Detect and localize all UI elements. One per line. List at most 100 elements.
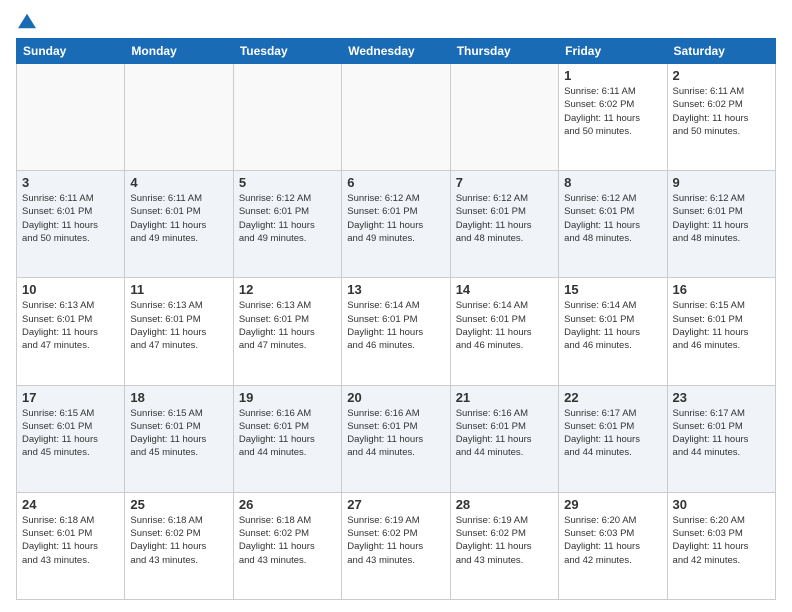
day-number: 21	[456, 390, 553, 405]
day-info: Sunrise: 6:18 AM Sunset: 6:02 PM Dayligh…	[239, 514, 336, 567]
day-number: 27	[347, 497, 444, 512]
day-info: Sunrise: 6:19 AM Sunset: 6:02 PM Dayligh…	[456, 514, 553, 567]
day-number: 30	[673, 497, 770, 512]
calendar-cell: 27 Sunrise: 6:19 AM Sunset: 6:02 PM Dayli…	[342, 492, 450, 599]
day-number: 9	[673, 175, 770, 190]
calendar-table: SundayMondayTuesdayWednesdayThursdayFrid…	[16, 38, 776, 600]
calendar-cell: 11 Sunrise: 6:13 AM Sunset: 6:01 PM Dayli…	[125, 278, 233, 385]
calendar-week-row: 17Sunrise: 6:15 AM Sunset: 6:01 PM Dayli…	[17, 385, 776, 492]
calendar-cell	[17, 64, 125, 171]
day-number: 19	[239, 390, 336, 405]
day-number: 10	[22, 282, 119, 297]
calendar-cell: 17Sunrise: 6:15 AM Sunset: 6:01 PM Dayli…	[17, 385, 125, 492]
calendar-cell: 21 Sunrise: 6:16 AM Sunset: 6:01 PM Dayli…	[450, 385, 558, 492]
day-info: Sunrise: 6:20 AM Sunset: 6:03 PM Dayligh…	[673, 514, 770, 567]
calendar-cell: 26Sunrise: 6:18 AM Sunset: 6:02 PM Dayli…	[233, 492, 341, 599]
day-info: Sunrise: 6:12 AM Sunset: 6:01 PM Dayligh…	[239, 192, 336, 245]
day-number: 18	[130, 390, 227, 405]
calendar-cell: 15 Sunrise: 6:14 AM Sunset: 6:01 PM Dayli…	[559, 278, 667, 385]
calendar-cell: 3 Sunrise: 6:11 AM Sunset: 6:01 PM Daylig…	[17, 171, 125, 278]
calendar-cell: 14 Sunrise: 6:14 AM Sunset: 6:01 PM Dayli…	[450, 278, 558, 385]
weekday-header-thursday: Thursday	[450, 39, 558, 64]
calendar-cell: 9 Sunrise: 6:12 AM Sunset: 6:01 PM Daylig…	[667, 171, 775, 278]
day-info: Sunrise: 6:20 AM Sunset: 6:03 PM Dayligh…	[564, 514, 661, 567]
calendar-cell: 13 Sunrise: 6:14 AM Sunset: 6:01 PM Dayli…	[342, 278, 450, 385]
day-number: 23	[673, 390, 770, 405]
calendar-week-row: 10 Sunrise: 6:13 AM Sunset: 6:01 PM Dayli…	[17, 278, 776, 385]
day-number: 5	[239, 175, 336, 190]
calendar-cell: 22Sunrise: 6:17 AM Sunset: 6:01 PM Dayli…	[559, 385, 667, 492]
logo-icon	[18, 12, 36, 30]
weekday-header-sunday: Sunday	[17, 39, 125, 64]
calendar-cell	[342, 64, 450, 171]
day-number: 14	[456, 282, 553, 297]
day-info: Sunrise: 6:14 AM Sunset: 6:01 PM Dayligh…	[564, 299, 661, 352]
day-number: 16	[673, 282, 770, 297]
calendar-cell: 6 Sunrise: 6:12 AM Sunset: 6:01 PM Daylig…	[342, 171, 450, 278]
day-number: 29	[564, 497, 661, 512]
day-info: Sunrise: 6:18 AM Sunset: 6:02 PM Dayligh…	[130, 514, 227, 567]
day-number: 3	[22, 175, 119, 190]
calendar-cell	[450, 64, 558, 171]
calendar-cell: 30 Sunrise: 6:20 AM Sunset: 6:03 PM Dayli…	[667, 492, 775, 599]
calendar-cell: 7 Sunrise: 6:12 AM Sunset: 6:01 PM Daylig…	[450, 171, 558, 278]
page: SundayMondayTuesdayWednesdayThursdayFrid…	[0, 0, 792, 612]
weekday-header-wednesday: Wednesday	[342, 39, 450, 64]
weekday-header-tuesday: Tuesday	[233, 39, 341, 64]
calendar-cell: 1Sunrise: 6:11 AM Sunset: 6:02 PM Daylig…	[559, 64, 667, 171]
day-number: 2	[673, 68, 770, 83]
weekday-header-saturday: Saturday	[667, 39, 775, 64]
logo	[16, 12, 36, 30]
weekday-header-monday: Monday	[125, 39, 233, 64]
calendar-cell: 20 Sunrise: 6:16 AM Sunset: 6:01 PM Dayli…	[342, 385, 450, 492]
calendar-cell: 2Sunrise: 6:11 AM Sunset: 6:02 PM Daylig…	[667, 64, 775, 171]
day-info: Sunrise: 6:11 AM Sunset: 6:01 PM Dayligh…	[22, 192, 119, 245]
day-info: Sunrise: 6:13 AM Sunset: 6:01 PM Dayligh…	[239, 299, 336, 352]
day-info: Sunrise: 6:12 AM Sunset: 6:01 PM Dayligh…	[673, 192, 770, 245]
day-number: 7	[456, 175, 553, 190]
day-number: 12	[239, 282, 336, 297]
day-info: Sunrise: 6:11 AM Sunset: 6:01 PM Dayligh…	[130, 192, 227, 245]
day-info: Sunrise: 6:14 AM Sunset: 6:01 PM Dayligh…	[347, 299, 444, 352]
calendar-cell: 24 Sunrise: 6:18 AM Sunset: 6:01 PM Dayli…	[17, 492, 125, 599]
day-info: Sunrise: 6:19 AM Sunset: 6:02 PM Dayligh…	[347, 514, 444, 567]
day-info: Sunrise: 6:15 AM Sunset: 6:01 PM Dayligh…	[130, 407, 227, 460]
calendar-cell: 10 Sunrise: 6:13 AM Sunset: 6:01 PM Dayli…	[17, 278, 125, 385]
day-number: 20	[347, 390, 444, 405]
day-info: Sunrise: 6:16 AM Sunset: 6:01 PM Dayligh…	[347, 407, 444, 460]
day-number: 6	[347, 175, 444, 190]
day-number: 15	[564, 282, 661, 297]
calendar-cell: 28 Sunrise: 6:19 AM Sunset: 6:02 PM Dayli…	[450, 492, 558, 599]
header	[16, 12, 776, 30]
day-info: Sunrise: 6:16 AM Sunset: 6:01 PM Dayligh…	[456, 407, 553, 460]
day-info: Sunrise: 6:16 AM Sunset: 6:01 PM Dayligh…	[239, 407, 336, 460]
calendar-week-row: 1Sunrise: 6:11 AM Sunset: 6:02 PM Daylig…	[17, 64, 776, 171]
calendar-cell: 12 Sunrise: 6:13 AM Sunset: 6:01 PM Dayli…	[233, 278, 341, 385]
calendar-week-row: 24 Sunrise: 6:18 AM Sunset: 6:01 PM Dayli…	[17, 492, 776, 599]
calendar-cell	[233, 64, 341, 171]
day-info: Sunrise: 6:13 AM Sunset: 6:01 PM Dayligh…	[22, 299, 119, 352]
day-number: 11	[130, 282, 227, 297]
calendar-cell: 5 Sunrise: 6:12 AM Sunset: 6:01 PM Daylig…	[233, 171, 341, 278]
day-info: Sunrise: 6:18 AM Sunset: 6:01 PM Dayligh…	[22, 514, 119, 567]
day-info: Sunrise: 6:15 AM Sunset: 6:01 PM Dayligh…	[673, 299, 770, 352]
day-info: Sunrise: 6:12 AM Sunset: 6:01 PM Dayligh…	[347, 192, 444, 245]
day-info: Sunrise: 6:11 AM Sunset: 6:02 PM Dayligh…	[564, 85, 661, 138]
calendar-cell: 8Sunrise: 6:12 AM Sunset: 6:01 PM Daylig…	[559, 171, 667, 278]
day-number: 25	[130, 497, 227, 512]
calendar-cell: 4Sunrise: 6:11 AM Sunset: 6:01 PM Daylig…	[125, 171, 233, 278]
day-number: 28	[456, 497, 553, 512]
day-info: Sunrise: 6:12 AM Sunset: 6:01 PM Dayligh…	[456, 192, 553, 245]
day-info: Sunrise: 6:13 AM Sunset: 6:01 PM Dayligh…	[130, 299, 227, 352]
day-info: Sunrise: 6:14 AM Sunset: 6:01 PM Dayligh…	[456, 299, 553, 352]
day-number: 24	[22, 497, 119, 512]
day-number: 13	[347, 282, 444, 297]
calendar-cell: 25 Sunrise: 6:18 AM Sunset: 6:02 PM Dayli…	[125, 492, 233, 599]
calendar-cell: 23 Sunrise: 6:17 AM Sunset: 6:01 PM Dayli…	[667, 385, 775, 492]
calendar-week-row: 3 Sunrise: 6:11 AM Sunset: 6:01 PM Daylig…	[17, 171, 776, 278]
calendar-cell: 19 Sunrise: 6:16 AM Sunset: 6:01 PM Dayli…	[233, 385, 341, 492]
day-info: Sunrise: 6:12 AM Sunset: 6:01 PM Dayligh…	[564, 192, 661, 245]
day-info: Sunrise: 6:17 AM Sunset: 6:01 PM Dayligh…	[673, 407, 770, 460]
calendar-cell: 16 Sunrise: 6:15 AM Sunset: 6:01 PM Dayli…	[667, 278, 775, 385]
day-info: Sunrise: 6:17 AM Sunset: 6:01 PM Dayligh…	[564, 407, 661, 460]
